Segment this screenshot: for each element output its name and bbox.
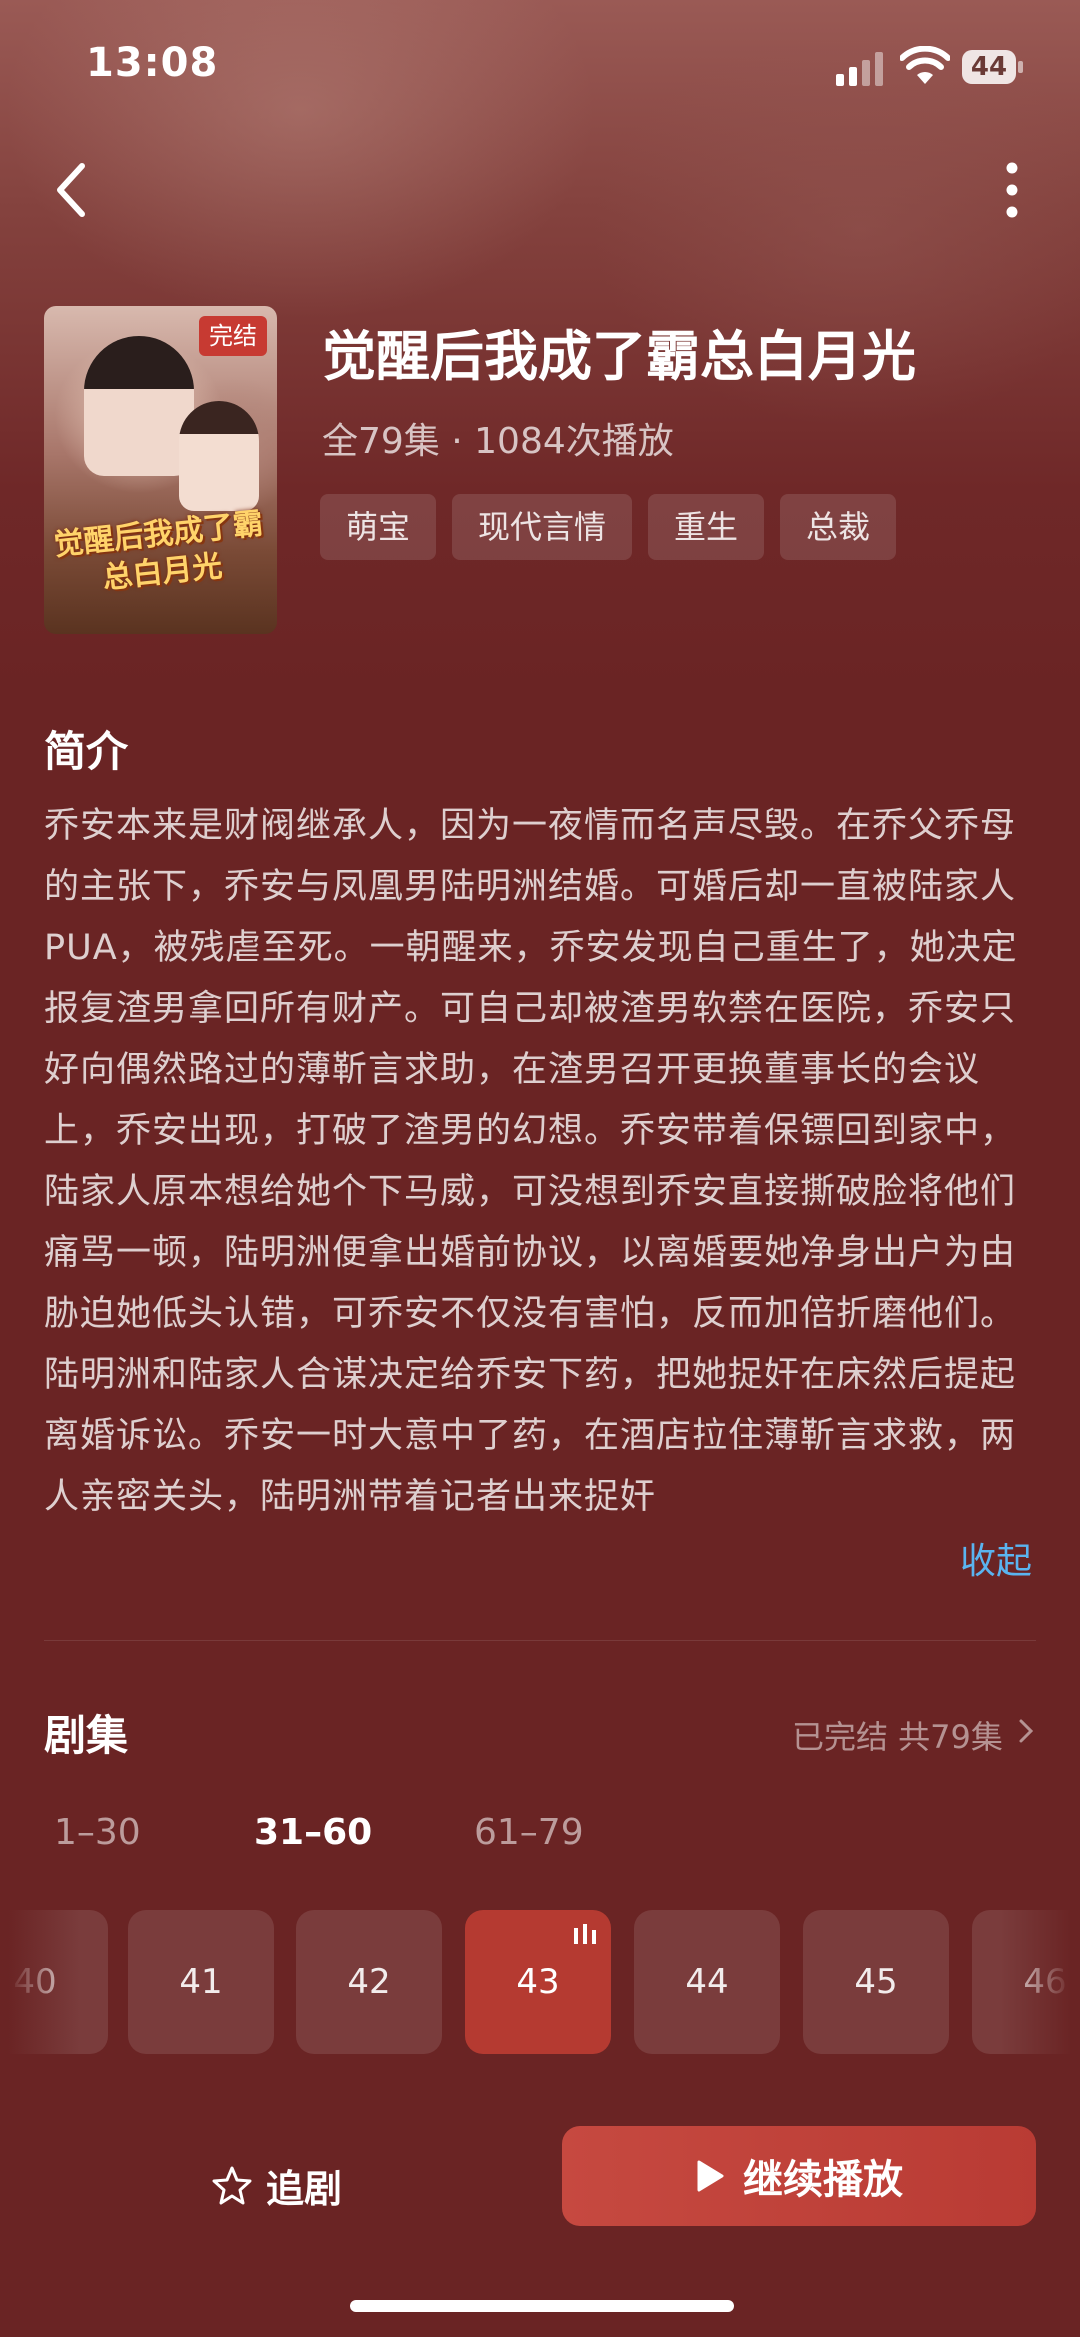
star-icon xyxy=(212,2166,252,2205)
tag[interactable]: 重生 xyxy=(648,494,765,560)
play-icon xyxy=(697,2160,724,2192)
back-icon[interactable] xyxy=(48,160,98,220)
range-tab-31-60[interactable]: 31–60 xyxy=(254,1812,474,1853)
follow-button[interactable]: 追剧 xyxy=(212,2148,452,2222)
chevron-right-icon[interactable] xyxy=(1018,1718,1034,1744)
battery-level: 44 xyxy=(962,50,1016,84)
episode-item[interactable]: 41 xyxy=(128,1910,274,2054)
continue-play-button[interactable]: 继续播放 xyxy=(562,2126,1036,2226)
range-tab-1-30[interactable]: 1–30 xyxy=(54,1812,254,1853)
tag[interactable]: 总裁 xyxy=(780,494,897,560)
episode-item[interactable]: 44 xyxy=(634,1910,780,2054)
collapse-link[interactable]: 收起 xyxy=(960,1532,1032,1584)
tag[interactable]: 现代言情 xyxy=(452,494,633,560)
episode-list: 40 41 42 43 44 45 46 xyxy=(0,1910,1080,2054)
poster-title-art: 觉醒后我成了霸总白月光 xyxy=(52,506,265,597)
drama-title: 觉醒后我成了霸总白月光 xyxy=(322,325,916,388)
home-indicator[interactable] xyxy=(350,2300,734,2312)
scroll-fade-right xyxy=(1000,1900,1080,2070)
poster-figure xyxy=(179,401,259,511)
range-tab-61-79[interactable]: 61–79 xyxy=(474,1812,674,1853)
episode-range-tabs: 1–30 31–60 61–79 xyxy=(54,1812,674,1853)
episodes-status-link[interactable]: 已完结 共79集 xyxy=(792,1712,1003,1758)
intro-heading: 简介 xyxy=(44,727,129,776)
more-icon[interactable] xyxy=(990,158,1034,222)
poster-figure xyxy=(84,336,194,476)
wifi-icon xyxy=(900,46,950,84)
play-label: 继续播放 xyxy=(743,2157,903,2203)
episode-item[interactable]: 45 xyxy=(803,1910,949,2054)
scroll-fade-left xyxy=(0,1900,80,2070)
synopsis-text: 乔安本来是财阀继承人，因为一夜情而名声尽毁。在乔父乔母的主张下，乔安与凤凰男陆明… xyxy=(44,806,1018,1517)
tag[interactable]: 萌宝 xyxy=(320,494,437,560)
divider xyxy=(44,1640,1036,1641)
episode-item-current[interactable]: 43 xyxy=(465,1910,611,2054)
tag-list: 萌宝 现代言情 重生 总裁 xyxy=(320,494,897,560)
drama-poster[interactable]: 觉醒后我成了霸总白月光 完结 xyxy=(44,306,277,634)
follow-label: 追剧 xyxy=(266,2166,343,2211)
drama-meta: 全79集 · 1084次播放 xyxy=(322,421,674,462)
completed-badge: 完结 xyxy=(199,316,267,356)
episode-number: 43 xyxy=(516,1962,560,2002)
battery-icon: 44 xyxy=(962,50,1024,84)
status-time: 13:08 xyxy=(86,40,219,86)
episodes-heading: 剧集 xyxy=(44,1711,129,1760)
playing-icon xyxy=(574,1924,596,1944)
episode-item[interactable]: 42 xyxy=(296,1910,442,2054)
signal-icon xyxy=(836,52,883,86)
